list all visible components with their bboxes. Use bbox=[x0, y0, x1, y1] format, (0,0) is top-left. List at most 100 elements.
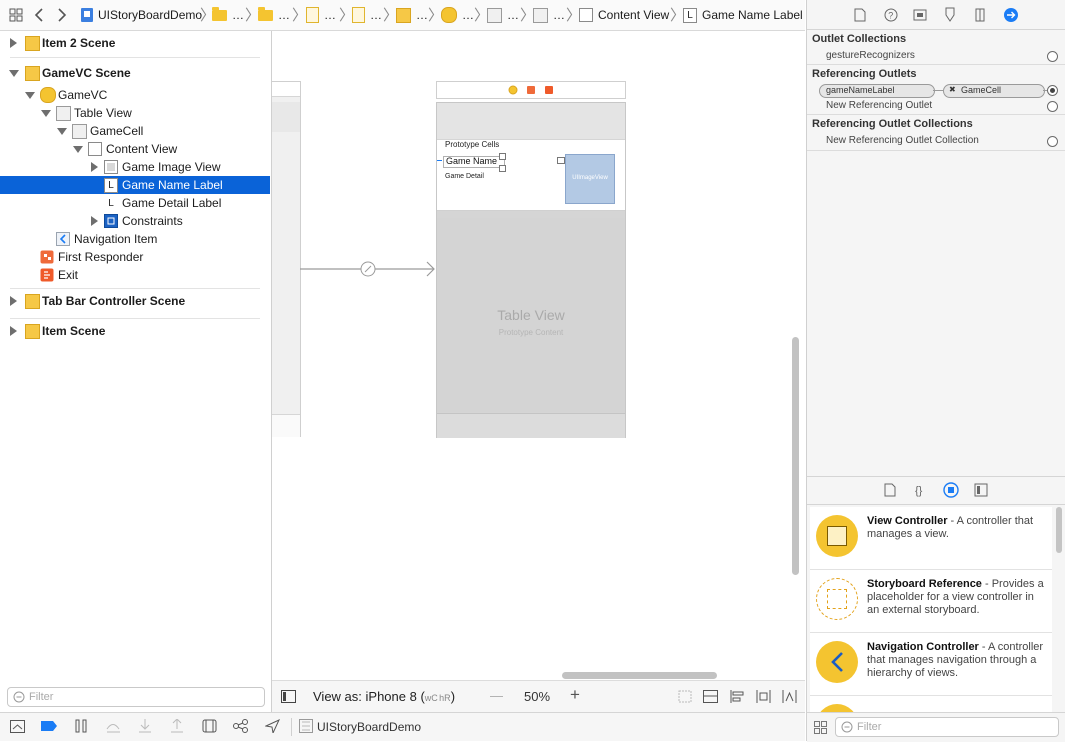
outline-filter-field[interactable]: Filter bbox=[7, 687, 265, 707]
outline-item-item-scene[interactable]: Item Scene bbox=[0, 322, 270, 340]
exit-icon[interactable] bbox=[544, 85, 554, 95]
zoom-out-button[interactable]: — bbox=[490, 688, 503, 703]
connections-inspector-icon[interactable] bbox=[1003, 7, 1019, 23]
library-scrollbar[interactable] bbox=[1056, 507, 1062, 553]
outline-item-content-view[interactable]: Content View bbox=[0, 140, 270, 158]
outlet-target[interactable]: ✖ GameCell bbox=[943, 84, 1045, 98]
disclosure-triangle-icon[interactable] bbox=[91, 162, 98, 172]
memory-graph-icon[interactable] bbox=[233, 719, 249, 733]
disclosure-triangle-icon[interactable] bbox=[25, 92, 35, 99]
outline-item-game-name-label[interactable]: L Game Name Label bbox=[0, 176, 270, 194]
gamevc-scene[interactable]: Prototype Cells Game Name Game Detail UI… bbox=[436, 102, 626, 438]
jump-content-view[interactable]: Content View bbox=[579, 7, 669, 23]
identity-inspector-icon[interactable] bbox=[913, 8, 927, 22]
file-template-library-icon[interactable] bbox=[884, 483, 896, 497]
outline-item-gamecell[interactable]: GameCell bbox=[0, 122, 270, 140]
resize-handle[interactable] bbox=[499, 165, 506, 172]
resize-handle[interactable] bbox=[499, 153, 506, 160]
view-as-device[interactable]: View as: iPhone 8 (wC hR) bbox=[313, 689, 455, 704]
file-inspector-icon[interactable] bbox=[854, 8, 866, 22]
zoom-in-button[interactable]: + bbox=[570, 685, 580, 705]
code-snippet-library-icon[interactable]: {} bbox=[914, 483, 928, 497]
connection-circle[interactable] bbox=[1047, 51, 1058, 62]
related-items-icon[interactable] bbox=[9, 7, 23, 23]
resize-handle[interactable] bbox=[557, 157, 565, 164]
pause-icon[interactable] bbox=[75, 719, 88, 733]
segue-icon[interactable] bbox=[360, 261, 376, 277]
game-image-view[interactable]: UIImageView bbox=[565, 154, 615, 204]
jump-table-view[interactable]: … bbox=[487, 7, 519, 23]
previous-scene[interactable] bbox=[272, 81, 301, 437]
jump-folder-1[interactable]: … bbox=[212, 6, 244, 23]
step-over-icon[interactable] bbox=[106, 720, 121, 733]
disclosure-triangle-icon[interactable] bbox=[57, 128, 67, 135]
disclosure-triangle-icon[interactable] bbox=[10, 38, 17, 48]
remove-connection-icon[interactable]: ✖ bbox=[949, 85, 956, 94]
grid-view-icon[interactable] bbox=[814, 721, 827, 734]
zoom-level[interactable]: 50% bbox=[524, 689, 550, 704]
media-library-icon[interactable] bbox=[974, 483, 988, 497]
disclosure-triangle-icon[interactable] bbox=[10, 296, 17, 306]
game-name-label-selection[interactable]: Game Name bbox=[443, 156, 505, 168]
embed-in-stack-icon[interactable] bbox=[703, 690, 718, 703]
table-view-area[interactable]: Table View Prototype Content bbox=[437, 218, 625, 412]
align-icon[interactable] bbox=[729, 690, 744, 703]
view-controller-icon[interactable] bbox=[508, 85, 518, 95]
add-constraints-icon[interactable] bbox=[756, 690, 771, 703]
disclosure-triangle-icon[interactable] bbox=[9, 70, 19, 77]
outline-item-tab-bar-scene[interactable]: Tab Bar Controller Scene bbox=[0, 292, 270, 310]
update-frames-icon[interactable] bbox=[678, 690, 693, 703]
connection-circle[interactable] bbox=[1047, 136, 1058, 147]
jump-cell[interactable]: … bbox=[533, 7, 565, 23]
toggle-outline-icon[interactable] bbox=[281, 690, 296, 703]
jump-folder-2[interactable]: … bbox=[258, 6, 290, 23]
outline-item-game-image-view[interactable]: Game Image View bbox=[0, 158, 270, 176]
step-into-icon[interactable] bbox=[139, 719, 151, 733]
resolve-issues-icon[interactable] bbox=[782, 690, 797, 703]
disclosure-triangle-icon[interactable] bbox=[41, 110, 51, 117]
location-icon[interactable] bbox=[265, 719, 280, 733]
connection-circle[interactable] bbox=[1047, 101, 1058, 112]
outline-item-constraints[interactable]: Constraints bbox=[0, 212, 270, 230]
jump-view-controller[interactable]: … bbox=[441, 7, 474, 23]
back-arrow-icon[interactable] bbox=[34, 7, 44, 23]
quick-help-icon[interactable]: ? bbox=[884, 8, 898, 22]
attributes-inspector-icon[interactable] bbox=[944, 7, 956, 23]
outline-item-exit[interactable]: Exit bbox=[0, 266, 270, 284]
outlet-connection[interactable]: gameNameLabel bbox=[819, 84, 935, 98]
scheme-label[interactable]: UIStoryBoardDemo bbox=[317, 720, 421, 734]
outline-item-table-view[interactable]: Table View bbox=[0, 104, 270, 122]
outline-item-navigation-item[interactable]: Navigation Item bbox=[0, 230, 270, 248]
jump-storyboard-2[interactable]: … bbox=[352, 7, 382, 23]
jump-selected[interactable]: L Game Name Label bbox=[683, 7, 803, 23]
jump-storyboard-1[interactable]: … bbox=[306, 7, 336, 23]
library-item-storyboard-reference[interactable]: Storyboard Reference - Provides a placeh… bbox=[810, 570, 1052, 633]
step-out-icon[interactable] bbox=[171, 719, 183, 733]
breakpoints-icon[interactable] bbox=[41, 720, 58, 732]
disclosure-triangle-icon[interactable] bbox=[91, 216, 98, 226]
view-hierarchy-icon[interactable] bbox=[202, 719, 217, 733]
outline-item-first-responder[interactable]: First Responder bbox=[0, 248, 270, 266]
disclosure-triangle-icon[interactable] bbox=[10, 326, 17, 336]
connection-circle-filled[interactable] bbox=[1047, 85, 1058, 96]
vertical-scrollbar[interactable] bbox=[792, 337, 799, 575]
forward-arrow-icon[interactable] bbox=[57, 7, 67, 23]
jump-project[interactable]: UIStoryBoardDemo bbox=[80, 7, 202, 23]
library-item-navigation-controller[interactable]: Navigation Controller - A controller tha… bbox=[810, 633, 1052, 696]
outline-item-item2-scene[interactable]: Item 2 Scene bbox=[0, 34, 270, 52]
library-item-view-controller[interactable]: View Controller - A controller that mana… bbox=[810, 507, 1052, 570]
library-filter-field[interactable]: Filter bbox=[835, 717, 1059, 737]
outline-item-game-detail-label[interactable]: L Game Detail Label bbox=[0, 194, 270, 212]
prototype-cell[interactable]: Prototype Cells Game Name Game Detail UI… bbox=[437, 140, 625, 211]
hide-debug-area-icon[interactable] bbox=[10, 720, 25, 733]
horizontal-scrollbar[interactable] bbox=[562, 672, 717, 679]
object-library-icon[interactable] bbox=[943, 482, 959, 498]
outline-item-gamevc-scene[interactable]: GameVC Scene bbox=[0, 64, 270, 82]
outline-item-gamevc[interactable]: GameVC bbox=[0, 86, 270, 104]
jump-scene[interactable]: … bbox=[396, 7, 428, 23]
library-item-partial[interactable] bbox=[810, 696, 1052, 713]
first-responder-icon[interactable] bbox=[526, 85, 536, 95]
disclosure-triangle-icon[interactable] bbox=[73, 146, 83, 153]
size-inspector-icon[interactable] bbox=[974, 8, 986, 22]
storyboard-canvas[interactable]: Prototype Cells Game Name Game Detail UI… bbox=[272, 31, 805, 680]
